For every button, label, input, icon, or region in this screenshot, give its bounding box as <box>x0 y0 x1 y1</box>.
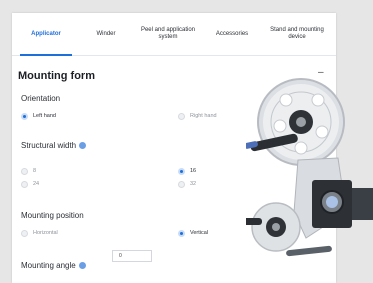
info-icon[interactable] <box>79 142 87 149</box>
tab-stand-and-mounting-device[interactable]: Stand and mounting device <box>264 13 330 55</box>
radio-dot <box>178 180 185 188</box>
radio-dot <box>178 112 185 120</box>
mounting-angle-input[interactable]: 0 <box>112 250 152 262</box>
tab-winder[interactable]: Winder <box>78 13 134 55</box>
radio-dot <box>21 229 28 237</box>
radio-width-16[interactable]: 16 <box>178 166 196 176</box>
tab-peel-and-application-system[interactable]: Peel and application system <box>134 13 202 55</box>
radio-dot <box>178 167 185 175</box>
radio-right-hand[interactable]: Right hand <box>178 111 217 121</box>
radio-dot <box>21 180 28 188</box>
radio-width-24[interactable]: 24 <box>21 179 39 189</box>
structural-width-label: Structural width <box>21 141 87 150</box>
radio-horizontal[interactable]: Horizontal <box>21 228 58 238</box>
mounting-position-label: Mounting position <box>21 211 84 220</box>
mounting-angle-label: Mounting angle <box>21 261 86 270</box>
tab-bar: Applicator Winder Peel and application s… <box>12 13 336 56</box>
radio-width-32[interactable]: 32 <box>178 179 196 189</box>
radio-dot <box>21 167 28 175</box>
tab-applicator[interactable]: Applicator <box>16 13 76 56</box>
info-icon[interactable] <box>78 262 86 269</box>
label-applicator-machine-image <box>246 78 373 257</box>
radio-dot <box>178 229 185 237</box>
section-title: Mounting form <box>18 70 95 82</box>
radio-width-8[interactable]: 8 <box>21 166 36 176</box>
orientation-label: Orientation <box>21 94 61 103</box>
radio-vertical[interactable]: Vertical <box>178 228 208 238</box>
radio-left-hand[interactable]: Left hand <box>21 111 56 121</box>
radio-dot <box>21 112 28 120</box>
tab-accessories[interactable]: Accessories <box>204 13 260 55</box>
